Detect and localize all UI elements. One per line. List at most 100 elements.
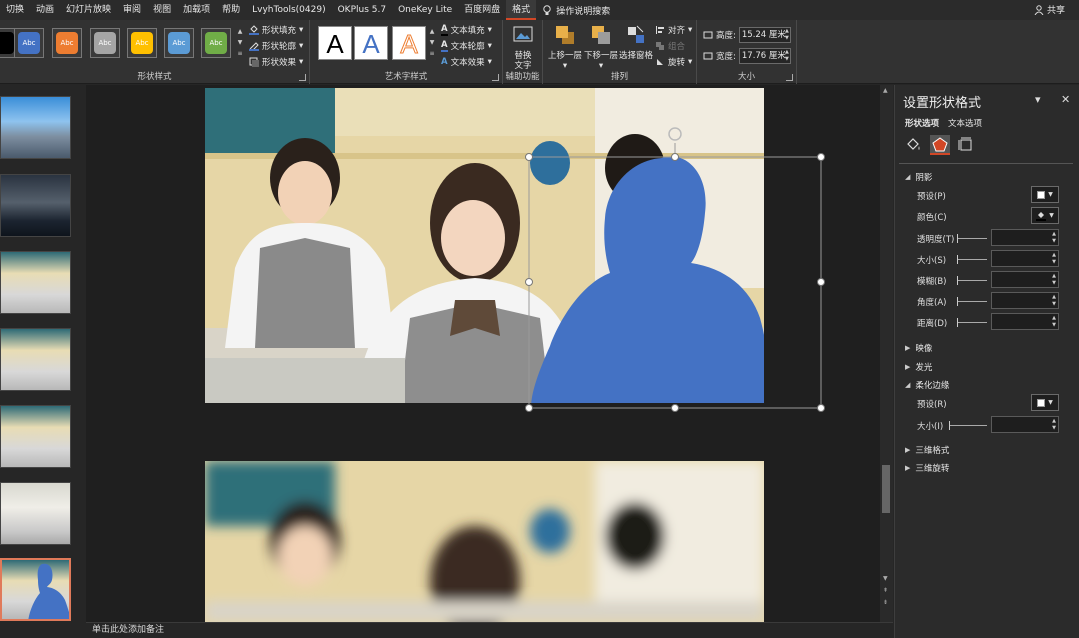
wordart-style-2[interactable]: A (354, 26, 388, 60)
distance-input[interactable]: ▲ ▼ (991, 313, 1059, 330)
gallery-scroll[interactable]: ▲ ▼ ≡ (236, 26, 244, 60)
spinner-icon[interactable]: ▲ ▼ (1052, 252, 1056, 266)
section-soft-edges[interactable]: ◢ 柔化边缘 (905, 379, 949, 391)
scroll-down-icon[interactable]: ▼ (883, 575, 888, 582)
tab-okplus[interactable]: OKPlus 5.7 (332, 0, 392, 20)
pane-options-icon[interactable]: ▾ (1035, 93, 1041, 106)
rotate-button[interactable]: 旋转 ▾ (655, 56, 692, 68)
slide-thumbnail-1[interactable] (0, 96, 71, 159)
dialog-launcher-icon[interactable] (299, 74, 306, 81)
dialog-launcher-icon[interactable] (786, 74, 793, 81)
style-swatch-1[interactable]: Abc (14, 28, 44, 58)
spinner-icon[interactable]: ▲ ▼ (785, 49, 789, 63)
shadow-color-dropdown[interactable]: ▼ (1031, 207, 1059, 224)
style-swatch-3[interactable]: Abc (90, 28, 120, 58)
height-input[interactable]: 15.24 厘米 ▲ ▼ (738, 27, 791, 43)
spinner-icon[interactable]: ▲ ▼ (1052, 418, 1056, 432)
transparency-input[interactable]: ▲ ▼ (991, 229, 1059, 246)
tab-help[interactable]: 帮助 (216, 0, 246, 20)
size-input[interactable]: ▲ ▼ (991, 250, 1059, 267)
tab-lvyhtools[interactable]: LvyhTools(0429) (246, 0, 331, 20)
align-button[interactable]: 对齐 ▾ (655, 24, 692, 36)
spinner-icon[interactable]: ▲ ▼ (1052, 273, 1056, 287)
prev-slide-icon[interactable]: ⇞ (883, 587, 888, 594)
wordart-style-1[interactable]: A (318, 26, 352, 60)
transparency-slider[interactable] (957, 234, 987, 243)
distance-slider[interactable] (957, 318, 987, 327)
send-backward-button[interactable]: 下移一层 ▾ (583, 24, 619, 71)
shadow-preset-dropdown[interactable]: ▼ (1031, 186, 1059, 203)
tab-baidu[interactable]: 百度网盘 (458, 0, 506, 20)
slide-thumbnail-4[interactable] (0, 328, 71, 391)
shape-fill-button[interactable]: 形状填充 ▾ (249, 24, 303, 36)
slide-thumbnail-3[interactable] (0, 251, 71, 314)
blur-slider[interactable] (957, 276, 987, 285)
tab-review[interactable]: 审阅 (117, 0, 147, 20)
next-slide-icon[interactable]: ⇟ (883, 599, 888, 606)
alt-text-button[interactable]: 替换文字 (507, 24, 539, 71)
tab-transitions[interactable]: 切换 (0, 0, 30, 20)
text-outline-button[interactable]: A 文本轮廓 ▾ (441, 40, 492, 52)
slide-thumbnail-2[interactable] (0, 174, 71, 237)
soft-edges-preset-dropdown[interactable]: ▼ (1031, 394, 1059, 411)
style-swatch-2[interactable]: Abc (52, 28, 82, 58)
spinner-icon[interactable]: ▲ ▼ (1052, 294, 1056, 308)
text-effects-button[interactable]: A 文本效果 ▾ (441, 56, 492, 68)
blur-input[interactable]: ▲ ▼ (991, 271, 1059, 288)
section-shadow[interactable]: ◢ 阴影 (905, 171, 932, 183)
slide-thumbnail-6[interactable] (0, 482, 71, 545)
tab-addins[interactable]: 加载项 (177, 0, 216, 20)
soft-size-slider[interactable] (949, 421, 987, 430)
shape-outline-button[interactable]: 形状轮廓 ▾ (249, 40, 303, 52)
angle-input[interactable]: ▲ ▼ (991, 292, 1059, 309)
fill-line-icon[interactable] (904, 135, 924, 155)
dialog-launcher-icon[interactable] (492, 74, 499, 81)
bring-forward-button[interactable]: 上移一层 ▾ (547, 24, 583, 71)
current-slide[interactable] (205, 88, 764, 403)
angle-slider[interactable] (957, 297, 987, 306)
next-slide[interactable] (205, 461, 764, 622)
slide-thumbnail-5[interactable] (0, 405, 71, 468)
blue-silhouette-shape[interactable] (205, 88, 764, 403)
tab-onekey[interactable]: OneKey Lite (392, 0, 458, 20)
scroll-up-icon[interactable]: ▲ (883, 87, 888, 94)
section-reflection[interactable]: ▶ 映像 (905, 342, 932, 354)
size-properties-icon[interactable] (956, 135, 976, 155)
shape-effects-button[interactable]: 形状效果 ▾ (249, 56, 303, 68)
group-button[interactable]: 组合 (655, 40, 685, 52)
spinner-icon[interactable]: ▲ ▼ (1052, 315, 1056, 329)
tab-view[interactable]: 视图 (147, 0, 177, 20)
slide-thumbnail-7-selected[interactable] (0, 558, 71, 621)
text-outline-label: 文本轮廓 (450, 42, 485, 52)
style-swatch-4[interactable]: Abc (127, 28, 157, 58)
selection-pane-button[interactable]: 选择窗格 (619, 24, 653, 61)
style-swatch-5[interactable]: Abc (164, 28, 194, 58)
section-3d-format[interactable]: ▶ 三维格式 (905, 444, 949, 456)
tab-shape-options[interactable]: 形状选项 (905, 117, 939, 129)
tell-me-search[interactable]: 操作说明搜索 (542, 4, 610, 17)
scroll-thumb[interactable] (882, 465, 890, 513)
tab-text-options[interactable]: 文本选项 (948, 117, 982, 129)
notes-area[interactable]: 单击此处添加备注 (86, 622, 893, 638)
color-label: 颜色(C) (917, 213, 947, 223)
share-button[interactable]: 共享 (1034, 3, 1065, 16)
transparency-label: 透明度(T) (917, 235, 955, 245)
close-icon[interactable]: ✕ (1061, 93, 1070, 106)
vertical-scrollbar[interactable]: ▲ ▼ ⇞ ⇟ (880, 85, 893, 622)
section-3d-rotation[interactable]: ▶ 三维旋转 (905, 462, 949, 474)
spinner-icon[interactable]: ▲ ▼ (785, 28, 789, 42)
wordart-style-3[interactable]: A (392, 26, 426, 60)
tab-slideshow[interactable]: 幻灯片放映 (60, 0, 117, 20)
soft-size-input[interactable]: ▲ ▼ (991, 416, 1059, 433)
tab-animations[interactable]: 动画 (30, 0, 60, 20)
tab-format[interactable]: 格式 (506, 0, 537, 20)
style-swatch-6[interactable]: Abc (201, 28, 231, 58)
section-glow[interactable]: ▶ 发光 (905, 361, 932, 373)
width-input[interactable]: 17.76 厘米 ▲ ▼ (738, 48, 791, 64)
effects-pentagon-icon[interactable] (930, 135, 950, 155)
size-slider[interactable] (957, 255, 987, 264)
gallery-scroll[interactable]: ▲ ▼ ≡ (428, 26, 436, 60)
text-fill-button[interactable]: A 文本填充 ▾ (441, 24, 492, 36)
group-label: 辅助功能 (505, 72, 540, 82)
spinner-icon[interactable]: ▲ ▼ (1052, 231, 1056, 245)
